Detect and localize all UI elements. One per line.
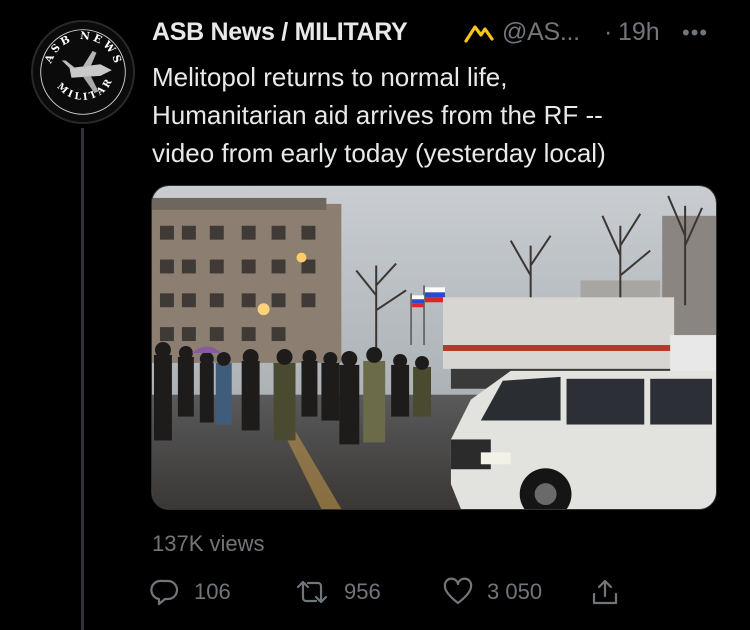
video-thumbnail[interactable] — [151, 185, 717, 510]
retweet-count: 956 — [344, 579, 381, 604]
like-count: 3 050 — [487, 579, 543, 604]
share-button[interactable] — [590, 575, 620, 609]
reply-button[interactable]: 106 — [150, 575, 231, 609]
reply-count: 106 — [194, 579, 231, 604]
building — [152, 197, 342, 363]
timestamp[interactable]: 19h — [618, 18, 660, 47]
retweet-icon — [296, 580, 328, 604]
share-icon — [592, 579, 618, 605]
author-name[interactable]: ASB News / MILITARY — [152, 18, 408, 47]
thread-line — [81, 128, 84, 630]
reply-icon — [150, 579, 179, 606]
van — [450, 370, 716, 509]
like-button[interactable]: 3 050 — [443, 575, 542, 609]
author-handle[interactable]: @AS... — [502, 18, 580, 47]
separator-dot: · — [604, 18, 613, 46]
retweet-button[interactable]: 956 — [294, 575, 381, 609]
tweet-text-line: video from early today (yesterday local) — [152, 138, 606, 168]
avatar[interactable]: ASB NEWS MILITARY — [31, 20, 135, 124]
more-options-icon[interactable]: ••• — [682, 20, 708, 46]
tweet-header: ASB News / MILITARY @AS... · 19h ••• — [152, 18, 722, 52]
tweet-text-line: Melitopol returns to normal life, — [152, 62, 508, 92]
video-scene — [152, 186, 716, 509]
tweet-text-line: Humanitarian aid arrives from the RF -- — [152, 100, 603, 130]
heart-icon — [443, 577, 473, 605]
tweet-text: Melitopol returns to normal life, Humani… — [152, 58, 712, 172]
avatar-logo: ASB NEWS MILITARY — [33, 22, 133, 122]
verified-badge-icon — [463, 21, 495, 45]
view-count: 137K views — [152, 531, 265, 556]
